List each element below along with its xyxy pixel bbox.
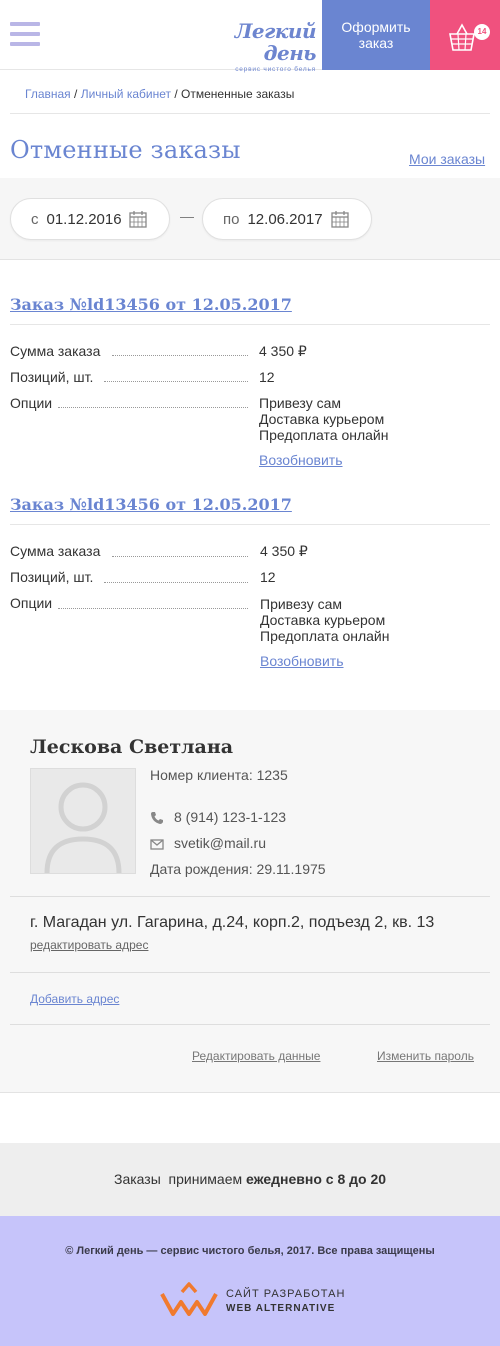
order-positions-label: Позиций, шт. <box>10 569 98 585</box>
order-option: Предоплата онлайн <box>260 628 390 644</box>
web-alternative-logo-icon <box>160 1282 218 1316</box>
cart-count-badge: 14 <box>474 24 490 40</box>
my-orders-link[interactable]: Мои заказы <box>409 151 485 167</box>
order-option: Привезу сам <box>260 596 342 612</box>
order-positions-label: Позиций, шт. <box>10 369 98 385</box>
profile-address: г. Магадан ул. Гагарина, д.24, корп.2, п… <box>30 914 435 931</box>
hours-bold: ежедневно с 8 до 20 <box>246 1171 387 1187</box>
order-positions-value: 12 <box>260 569 276 585</box>
place-order-label: Оформить заказ <box>341 19 411 51</box>
developer-credit[interactable]: САЙТ РАЗРАБОТАН WEB ALTERNATIVE <box>160 1282 350 1316</box>
order-sum-value: 4 350 ₽ <box>259 343 307 359</box>
profile-phone[interactable]: 8 (914) 123-1-123 <box>174 809 286 825</box>
breadcrumb-cabinet[interactable]: Личный кабинет <box>81 87 171 101</box>
logo-title: Легкий день <box>234 19 317 65</box>
divider <box>10 1024 490 1025</box>
date-to-value: 12.06.2017 <box>247 210 323 228</box>
dotted-leader <box>112 556 248 557</box>
user-placeholder-icon <box>44 782 122 874</box>
order-title-link[interactable]: Заказ №ld13456 от 12.05.2017 <box>10 295 292 314</box>
dotted-leader <box>58 608 248 609</box>
divider <box>10 113 490 114</box>
date-to-prefix: по <box>223 210 240 228</box>
order-positions-value: 12 <box>259 369 275 385</box>
logo-subtitle: сервис чистого белья <box>235 66 316 73</box>
breadcrumb-current: Отмененные заказы <box>181 87 295 101</box>
date-filter: с 01.12.2016 — по 12.06.2017 <box>0 178 500 260</box>
order-sum-label: Сумма заказа <box>10 543 105 559</box>
change-password-link[interactable]: Изменить пароль <box>377 1049 474 1063</box>
order-option: Доставка курьером <box>259 411 385 427</box>
date-from-value: 01.12.2016 <box>46 210 122 228</box>
profile-card: Лескова Светлана Номер клиента: 1235 8 (… <box>0 710 500 1093</box>
basket-icon <box>449 23 475 51</box>
developer-line2: WEB ALTERNATIVE <box>226 1303 336 1314</box>
breadcrumb-separator: / <box>174 87 178 101</box>
working-hours: Заказы принимаем ежедневно с 8 до 20 <box>0 1143 500 1216</box>
calendar-icon[interactable] <box>331 210 349 228</box>
hamburger-icon[interactable] <box>10 22 40 48</box>
order-option: Предоплата онлайн <box>259 427 389 443</box>
profile-birthday: Дата рождения: 29.11.1975 <box>150 861 326 877</box>
date-from-prefix: с <box>31 210 39 228</box>
avatar <box>30 768 136 874</box>
divider <box>10 524 490 525</box>
place-order-button[interactable]: Оформить заказ <box>322 0 430 70</box>
dotted-leader <box>104 582 248 583</box>
cart-button[interactable]: 14 <box>430 0 500 70</box>
profile-name: Лескова Светлана <box>30 736 234 758</box>
order-sum-value: 4 350 ₽ <box>260 543 308 559</box>
order-sum-label: Сумма заказа <box>10 343 105 359</box>
order-options-label: Опции <box>10 595 57 611</box>
dotted-leader <box>112 355 248 356</box>
page-title: Отменные заказы <box>10 136 241 164</box>
date-from-field[interactable]: с 01.12.2016 <box>10 198 170 240</box>
client-number: Номер клиента: 1235 <box>150 767 288 783</box>
profile-email[interactable]: svetik@mail.ru <box>174 835 266 851</box>
divider <box>10 896 490 897</box>
renew-order-link[interactable]: Возобновить <box>259 452 343 468</box>
order-option: Доставка курьером <box>260 612 386 628</box>
copyright: © Легкий день — сервис чистого белья, 20… <box>65 1245 435 1257</box>
order-title-link[interactable]: Заказ №ld13456 от 12.05.2017 <box>10 495 292 514</box>
renew-order-link[interactable]: Возобновить <box>260 653 344 669</box>
hours-prefix: Заказы принимаем <box>113 1171 246 1187</box>
dotted-leader <box>104 381 248 382</box>
breadcrumb-separator: / <box>74 87 78 101</box>
divider <box>10 972 490 973</box>
mail-icon <box>150 839 164 850</box>
site-footer: © Легкий день — сервис чистого белья, 20… <box>0 1216 500 1346</box>
date-to-field[interactable]: по 12.06.2017 <box>202 198 372 240</box>
order-options-label: Опции <box>10 395 57 411</box>
add-address-link[interactable]: Добавить адрес <box>30 992 119 1006</box>
breadcrumb-home[interactable]: Главная <box>25 87 71 101</box>
edit-address-link[interactable]: редактировать адрес <box>30 938 148 952</box>
calendar-icon[interactable] <box>129 210 147 228</box>
site-logo[interactable]: Легкий день сервис чистого белья <box>186 19 317 73</box>
order-option: Привезу сам <box>259 395 341 411</box>
divider <box>10 324 490 325</box>
date-dash: — <box>180 208 194 224</box>
site-header: Легкий день сервис чистого белья Оформит… <box>0 0 500 73</box>
edit-data-link[interactable]: Редактировать данные <box>192 1049 320 1063</box>
developer-line1: САЙТ РАЗРАБОТАН <box>226 1288 346 1300</box>
dotted-leader <box>58 407 248 408</box>
breadcrumb: Главная / Личный кабинет / Отмененные за… <box>25 87 294 101</box>
phone-icon <box>151 812 163 824</box>
